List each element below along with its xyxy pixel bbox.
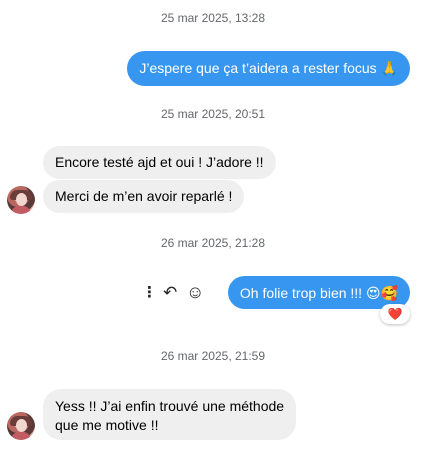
avatar[interactable]	[7, 186, 35, 214]
timestamp: 26 mar 2025, 21:59	[160, 349, 266, 363]
incoming-message[interactable]: Yess !! J’ai enfin trouvé une méthode qu…	[43, 389, 297, 440]
message-line: Yess !! J’ai enfin trouvé une méthode	[55, 398, 285, 414]
reply-icon[interactable]: ↶	[163, 284, 177, 301]
outgoing-message[interactable]: J’espere que ça t’aidera a rester focus …	[127, 51, 410, 86]
heart-reaction[interactable]: ❤️	[380, 304, 410, 324]
avatar[interactable]	[7, 412, 35, 440]
message-line: que me motive !!	[55, 417, 159, 433]
outgoing-message[interactable]: Oh folie trop bien !!! 😍🥰	[227, 276, 410, 309]
incoming-message[interactable]: Encore testé ajd et oui ! J’adore !!	[43, 146, 276, 179]
react-emoji-icon[interactable]: ☺	[186, 283, 204, 301]
timestamp: 25 mar 2025, 13:28	[160, 11, 266, 25]
timestamp: 25 mar 2025, 20:51	[160, 107, 266, 121]
incoming-message[interactable]: Merci de m’en avoir reparlé !	[43, 180, 245, 213]
timestamp: 26 mar 2025, 21:28	[160, 236, 266, 250]
more-options-icon[interactable]: ⋮	[142, 285, 157, 301]
